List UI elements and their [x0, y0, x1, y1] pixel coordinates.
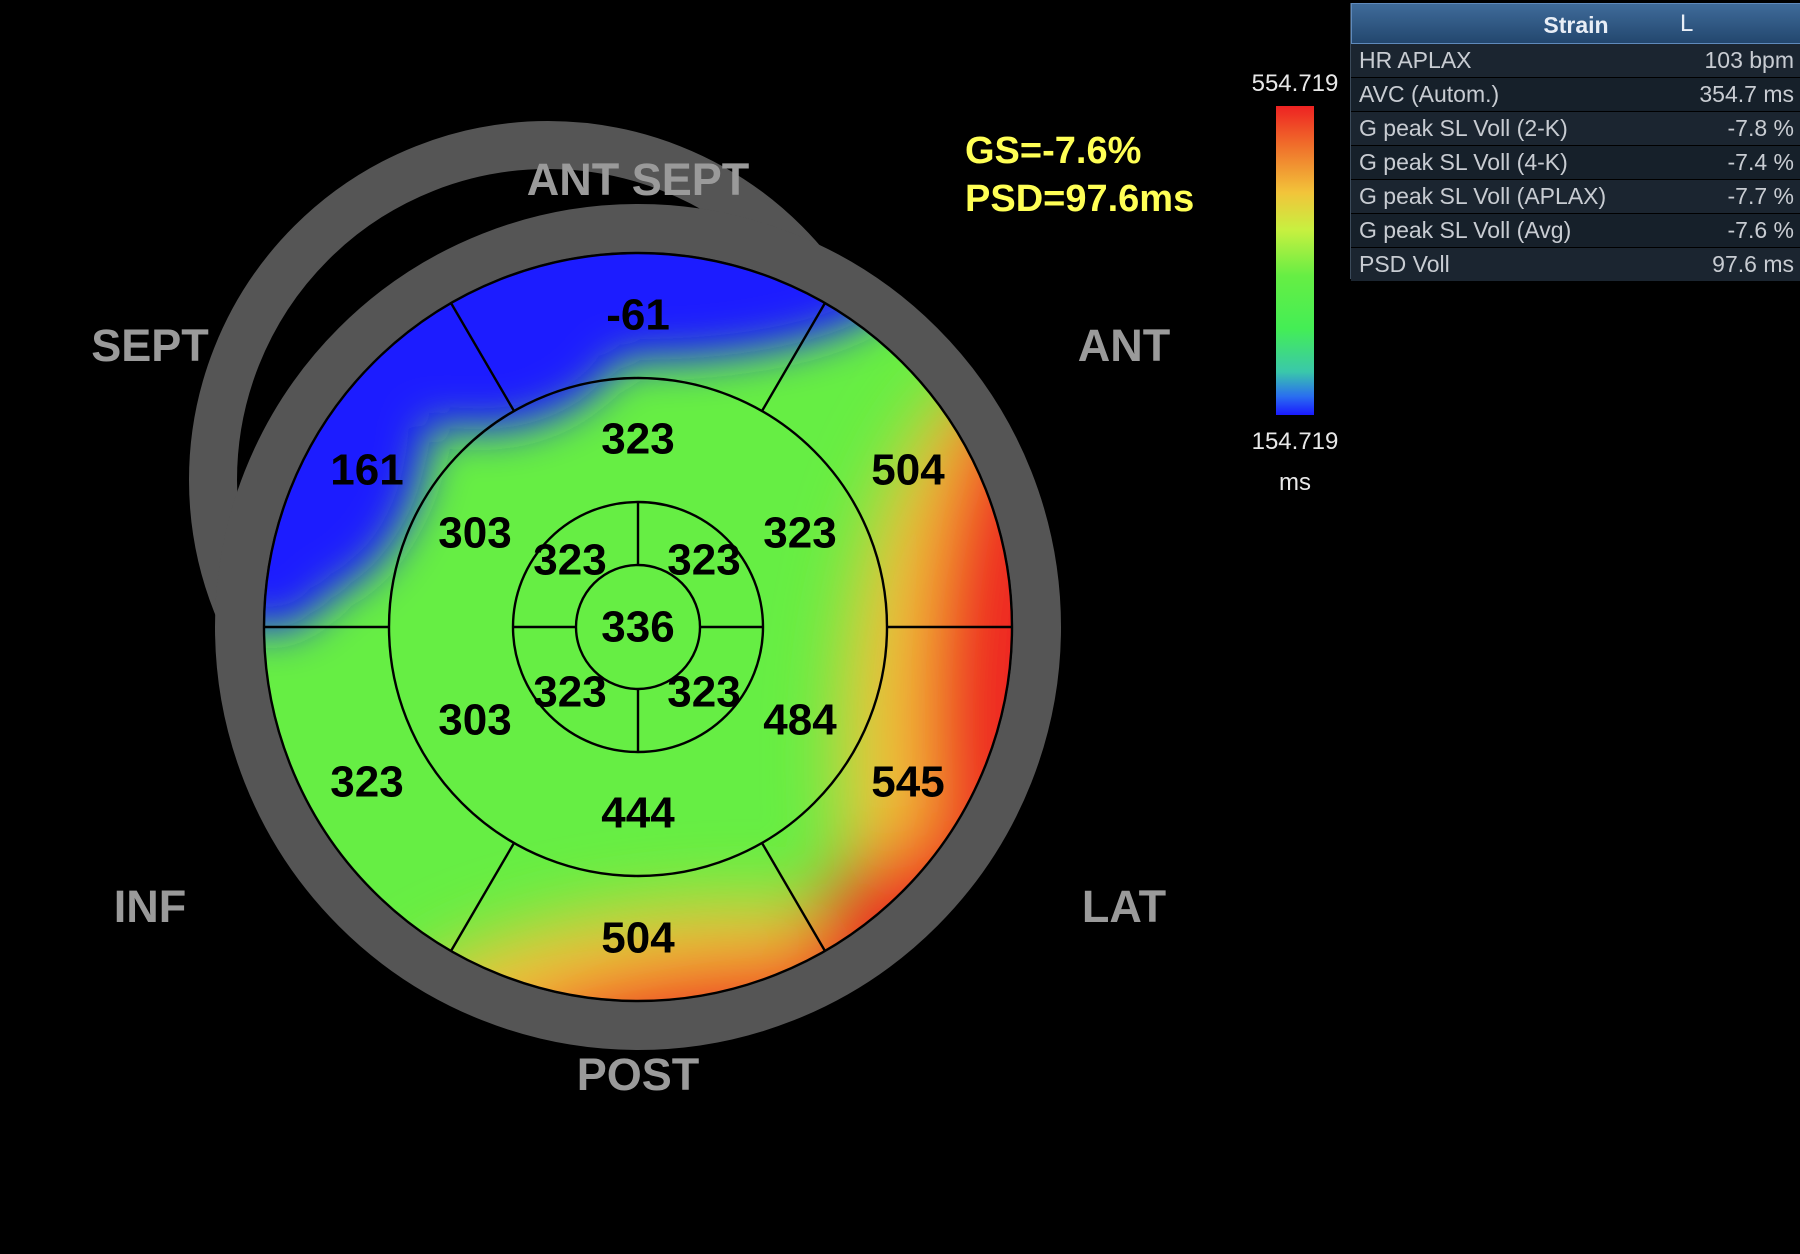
label-ant-sept: ANT SEPT: [527, 154, 750, 205]
segment-value-mid-sept: 303: [438, 509, 511, 558]
panel-row-psd: PSD Voll 97.6 ms: [1351, 248, 1800, 282]
panel-row-avg: G peak SL Voll (Avg) -7.6 %: [1351, 214, 1800, 248]
panel-title: Strain: [1543, 12, 1609, 38]
color-scale-min: 154.719: [1251, 428, 1339, 455]
row-value: -7.6 %: [1727, 217, 1794, 243]
panel-row-hr: HR APLAX 103 bpm: [1351, 44, 1800, 78]
panel-rows: HR APLAX 103 bpm AVC (Autom.) 354.7 ms G p…: [1351, 44, 1800, 282]
segment-value-mid-ant-sept: 323: [601, 415, 674, 464]
label-inf: INF: [114, 881, 187, 932]
segment-value-basal-ant-sept: -61: [606, 291, 670, 340]
global-strain-value: GS=-7.6%: [965, 130, 1142, 172]
color-scale-max: 554.719: [1251, 70, 1339, 97]
row-label: G peak SL Voll (APLAX): [1359, 183, 1607, 209]
row-value: 103 bpm: [1704, 47, 1794, 73]
segment-value-basal-ant: 504: [871, 446, 945, 495]
row-value: -7.7 %: [1727, 183, 1794, 209]
segment-value-mid-ant: 323: [763, 509, 836, 558]
segment-value-mid-lat: 484: [763, 696, 837, 745]
segment-value-basal-inf: 323: [330, 758, 403, 807]
panel-row-2k: G peak SL Voll (2-K) -7.8 %: [1351, 112, 1800, 146]
segment-value-basal-sept: 161: [330, 446, 403, 495]
panel-row-avc: AVC (Autom.) 354.7 ms: [1351, 78, 1800, 112]
label-post: POST: [577, 1049, 700, 1100]
panel-row-aplax: G peak SL Voll (APLAX) -7.7 %: [1351, 180, 1800, 214]
panel-row-4k: G peak SL Voll (4-K) -7.4 %: [1351, 146, 1800, 180]
color-scale-unit: ms: [1279, 469, 1311, 496]
label-lat: LAT: [1082, 881, 1166, 932]
segment-value-basal-lat: 545: [871, 758, 944, 807]
segment-value-apical-inf: 323: [533, 668, 606, 717]
label-ant: ANT: [1078, 320, 1170, 371]
panel-tab[interactable]: L: [1680, 10, 1693, 38]
segment-value-apex: 336: [601, 603, 674, 652]
row-label: AVC (Autom.): [1359, 81, 1500, 107]
label-sept: SEPT: [91, 320, 209, 371]
row-label: HR APLAX: [1359, 47, 1472, 73]
segment-value-apical-sept: 323: [533, 536, 606, 585]
row-value: 354.7 ms: [1699, 81, 1794, 107]
strain-info-panel: Strain L HR APLAX 103 bpm AVC (Autom.) 354…: [1350, 3, 1800, 282]
row-value: -7.8 %: [1727, 115, 1794, 141]
segment-value-mid-inf: 303: [438, 696, 511, 745]
segment-value-mid-post: 444: [601, 789, 675, 838]
segment-value-basal-post: 504: [601, 914, 675, 963]
panel-header[interactable]: Strain L: [1351, 3, 1800, 44]
row-label: G peak SL Voll (4-K): [1359, 149, 1568, 175]
segment-value-apical-lat: 323: [667, 668, 740, 717]
row-label: G peak SL Voll (Avg): [1359, 217, 1572, 243]
segment-value-apical-ant: 323: [667, 536, 740, 585]
psd-value: PSD=97.6ms: [965, 178, 1195, 220]
row-value: 97.6 ms: [1712, 251, 1794, 277]
row-label: G peak SL Voll (2-K): [1359, 115, 1568, 141]
color-scale-bar: [1276, 106, 1314, 415]
row-value: -7.4 %: [1727, 149, 1794, 175]
row-label: PSD Voll: [1359, 251, 1450, 277]
